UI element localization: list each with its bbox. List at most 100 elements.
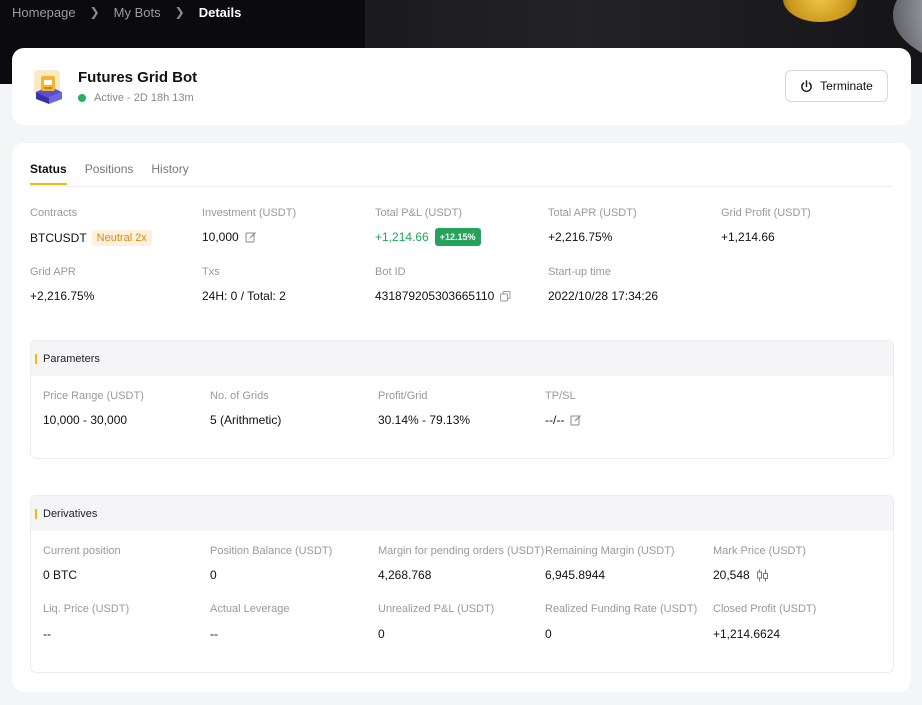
pnl-percent-badge: +12.15% [434, 228, 481, 246]
details-card: Status Positions History Contracts BTCUS… [12, 143, 911, 692]
profit-grid-value: 30.14% - 79.13% [378, 413, 471, 427]
chevron-right-icon: ❯ [174, 5, 185, 19]
contracts-value-row: BTCUSDT Neutral 2x [30, 230, 152, 246]
startup-time-field: Start-up time 2022/10/28 17:34:26 [548, 266, 658, 303]
total-pnl-field: Total P&L (USDT) +1,214.66 +12.15% [375, 207, 481, 246]
tab-positions[interactable]: Positions [85, 162, 134, 184]
total-pnl-value-row: +1,214.66 +12.15% [375, 228, 481, 246]
tab-bar: Status Positions History [30, 162, 207, 185]
margin-pending-label: Margin for pending orders (USDT) [378, 545, 545, 557]
terminate-button[interactable]: Terminate [785, 70, 888, 102]
remaining-margin-value: 6,945.8944 [545, 568, 606, 582]
current-position-field: Current position 0 BTC [43, 545, 121, 582]
bot-status: Active - 2D 18h 13m [78, 92, 194, 104]
bot-id-field: Bot ID 431879205303665110 [375, 266, 511, 303]
investment-field: Investment (USDT) 10,000 [202, 207, 296, 244]
parameters-header: Parameters [31, 341, 893, 376]
tabs-divider [30, 186, 893, 187]
status-dot-icon [78, 94, 86, 102]
total-pnl-label: Total P&L (USDT) [375, 207, 463, 219]
total-apr-label: Total APR (USDT) [548, 207, 637, 219]
total-apr-value: +2,216.75% [548, 230, 613, 244]
funding-rate-label: Realized Funding Rate (USDT) [545, 603, 698, 615]
position-balance-field: Position Balance (USDT) 0 [210, 545, 332, 582]
actual-leverage-field: Actual Leverage -- [210, 603, 290, 641]
closed-profit-field: Closed Profit (USDT) +1,214.6624 [713, 603, 816, 641]
position-balance-value: 0 [210, 568, 217, 582]
contracts-value: BTCUSDT [30, 231, 87, 245]
bot-header-card: Futures Grid Bot Active - 2D 18h 13m Ter… [12, 48, 911, 125]
unrealized-pnl-value: 0 [378, 627, 385, 641]
tpsl-value-row: --/-- [545, 413, 582, 427]
actual-leverage-value: -- [210, 627, 218, 641]
copy-icon[interactable] [500, 290, 511, 302]
unrealized-pnl-label: Unrealized P&L (USDT) [378, 603, 495, 615]
derivatives-section: Derivatives Current position 0 BTC Posit… [30, 495, 894, 673]
grids-value: 5 (Arithmetic) [210, 413, 282, 427]
bot-logo-icon [34, 70, 62, 104]
derivatives-header: Derivatives [31, 496, 893, 531]
leverage-badge: Neutral 2x [91, 230, 152, 246]
power-icon [801, 79, 812, 92]
price-range-label: Price Range (USDT) [43, 390, 144, 402]
parameters-section: Parameters Price Range (USDT) 10,000 - 3… [30, 340, 894, 459]
section-accent-bar [35, 508, 37, 519]
mark-price-value: 20,548 [713, 568, 750, 582]
edit-icon[interactable] [570, 414, 582, 426]
tab-status[interactable]: Status [30, 162, 67, 185]
bot-id-value: 431879205303665110 [375, 289, 495, 303]
breadcrumb-homepage[interactable]: Homepage [12, 5, 76, 20]
tpsl-label: TP/SL [545, 390, 576, 402]
funding-rate-value: 0 [545, 627, 552, 641]
chevron-right-icon: ❯ [89, 5, 100, 19]
profit-grid-field: Profit/Grid 30.14% - 79.13% [378, 390, 470, 427]
section-accent-bar [35, 353, 37, 364]
liq-price-field: Liq. Price (USDT) -- [43, 603, 129, 641]
tpsl-value: --/-- [545, 413, 565, 427]
breadcrumb-current: Details [198, 4, 242, 20]
liq-price-value: -- [43, 627, 51, 641]
liq-price-label: Liq. Price (USDT) [43, 603, 130, 615]
grid-profit-field: Grid Profit (USDT) +1,214.66 [721, 207, 811, 244]
total-pnl-value: +1,214.66 [375, 230, 429, 244]
position-balance-label: Position Balance (USDT) [210, 545, 333, 557]
price-range-field: Price Range (USDT) 10,000 - 30,000 [43, 390, 144, 427]
current-position-value: 0 BTC [43, 568, 78, 582]
parameters-title: Parameters [43, 352, 100, 365]
grids-label: No. of Grids [210, 390, 269, 402]
breadcrumb-my-bots[interactable]: My Bots [114, 5, 161, 20]
grid-profit-value: +1,214.66 [721, 230, 775, 244]
grid-apr-label: Grid APR [30, 266, 76, 278]
grid-profit-label: Grid Profit (USDT) [721, 207, 811, 219]
txs-label: Txs [202, 266, 220, 278]
mark-price-label: Mark Price (USDT) [713, 545, 806, 557]
candlestick-icon[interactable] [756, 569, 769, 582]
derivatives-title: Derivatives [43, 507, 98, 520]
total-apr-field: Total APR (USDT) +2,216.75% [548, 207, 637, 244]
unrealized-pnl-field: Unrealized P&L (USDT) 0 [378, 603, 494, 641]
current-position-label: Current position [43, 545, 121, 557]
mark-price-value-row: 20,548 [713, 568, 806, 582]
investment-value-row: 10,000 [202, 230, 296, 244]
bot-id-value-row: 431879205303665110 [375, 289, 511, 303]
terminate-label: Terminate [820, 79, 873, 93]
actual-leverage-label: Actual Leverage [210, 603, 290, 615]
txs-field: Txs 24H: 0 / Total: 2 [202, 266, 286, 303]
grid-apr-value: +2,216.75% [30, 289, 95, 303]
tpsl-field: TP/SL --/-- [545, 390, 582, 427]
breadcrumb: Homepage ❯ My Bots ❯ Details [12, 4, 241, 20]
profit-grid-label: Profit/Grid [378, 390, 428, 402]
price-range-value: 10,000 - 30,000 [43, 413, 128, 427]
page-title: Futures Grid Bot [78, 69, 198, 86]
remaining-margin-field: Remaining Margin (USDT) 6,945.8944 [545, 545, 675, 582]
edit-icon[interactable] [245, 231, 257, 243]
contracts-field: Contracts BTCUSDT Neutral 2x [30, 207, 152, 246]
closed-profit-label: Closed Profit (USDT) [713, 603, 817, 615]
grid-apr-field: Grid APR +2,216.75% [30, 266, 94, 303]
bot-id-label: Bot ID [375, 266, 406, 278]
status-text: Active - 2D 18h 13m [94, 92, 194, 104]
startup-time-label: Start-up time [548, 266, 611, 278]
margin-pending-field: Margin for pending orders (USDT) 4,268.7… [378, 545, 544, 582]
tab-history[interactable]: History [151, 162, 188, 184]
contracts-label: Contracts [30, 207, 78, 219]
